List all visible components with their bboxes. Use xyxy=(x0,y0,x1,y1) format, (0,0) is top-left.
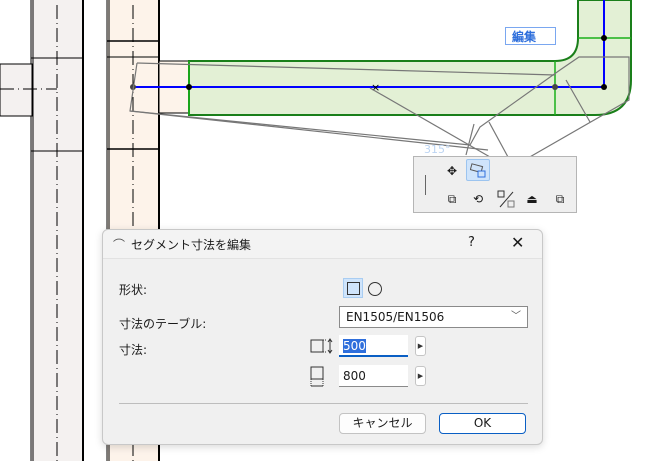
shape-label: 形状: xyxy=(119,283,148,297)
angle-label: 315° xyxy=(424,143,451,156)
height-arrow-button[interactable]: ▶ xyxy=(415,336,426,356)
table-label: 寸法のテーブル: xyxy=(119,317,207,331)
segment-icon: ⌒ xyxy=(113,237,126,252)
ok-button[interactable]: OK xyxy=(439,413,526,434)
elevate-icon[interactable]: ⏏ xyxy=(520,188,544,210)
width-dimension-icon xyxy=(310,366,326,393)
shape-rectangular-button[interactable] xyxy=(343,278,363,298)
dialog-separator xyxy=(119,403,528,404)
dialog-titlebar[interactable]: ⌒ セグメント寸法を編集 ? ✕ xyxy=(103,230,542,259)
mirror-icon[interactable] xyxy=(494,188,518,210)
dialog-title: セグメント寸法を編集 xyxy=(131,237,252,252)
height-input[interactable]: 500 xyxy=(339,335,408,357)
table-value: EN1505/EN1506 xyxy=(346,310,445,324)
help-button[interactable]: ? xyxy=(468,235,475,250)
edit-tag[interactable]: 編集 xyxy=(505,27,556,45)
palette-divider xyxy=(425,175,426,195)
width-arrow-button[interactable]: ▶ xyxy=(415,366,426,386)
height-dimension-icon xyxy=(310,338,334,357)
move-icon[interactable]: ✥ xyxy=(440,160,464,182)
square-icon xyxy=(346,281,360,295)
multiply-icon[interactable]: ⧉ xyxy=(548,188,572,210)
edit-segment-dimensions-dialog: ⌒ セグメント寸法を編集 ? ✕ 形状: 寸法のテーブル: EN1505/EN1… xyxy=(102,229,543,445)
shape-circular-button[interactable] xyxy=(368,282,382,296)
size-label: 寸法: xyxy=(119,343,148,357)
close-button[interactable]: ✕ xyxy=(511,233,524,252)
chevron-down-icon: ﹀ xyxy=(511,311,521,322)
move-copy-icon[interactable]: ⧉ xyxy=(440,188,464,210)
dimension-table-select[interactable]: EN1505/EN1506 ﹀ xyxy=(339,306,528,328)
width-input[interactable]: 800 xyxy=(339,365,408,387)
svg-text:×: × xyxy=(371,81,380,94)
pet-palette: ✥ ⧉ ⟲ ⏏ ⧉ xyxy=(413,156,577,213)
cancel-button[interactable]: キャンセル xyxy=(339,413,426,434)
rotate-icon[interactable]: ⟲ xyxy=(466,188,490,210)
segment-edit-icon[interactable] xyxy=(466,159,490,181)
duct-segment[interactable] xyxy=(188,0,632,116)
